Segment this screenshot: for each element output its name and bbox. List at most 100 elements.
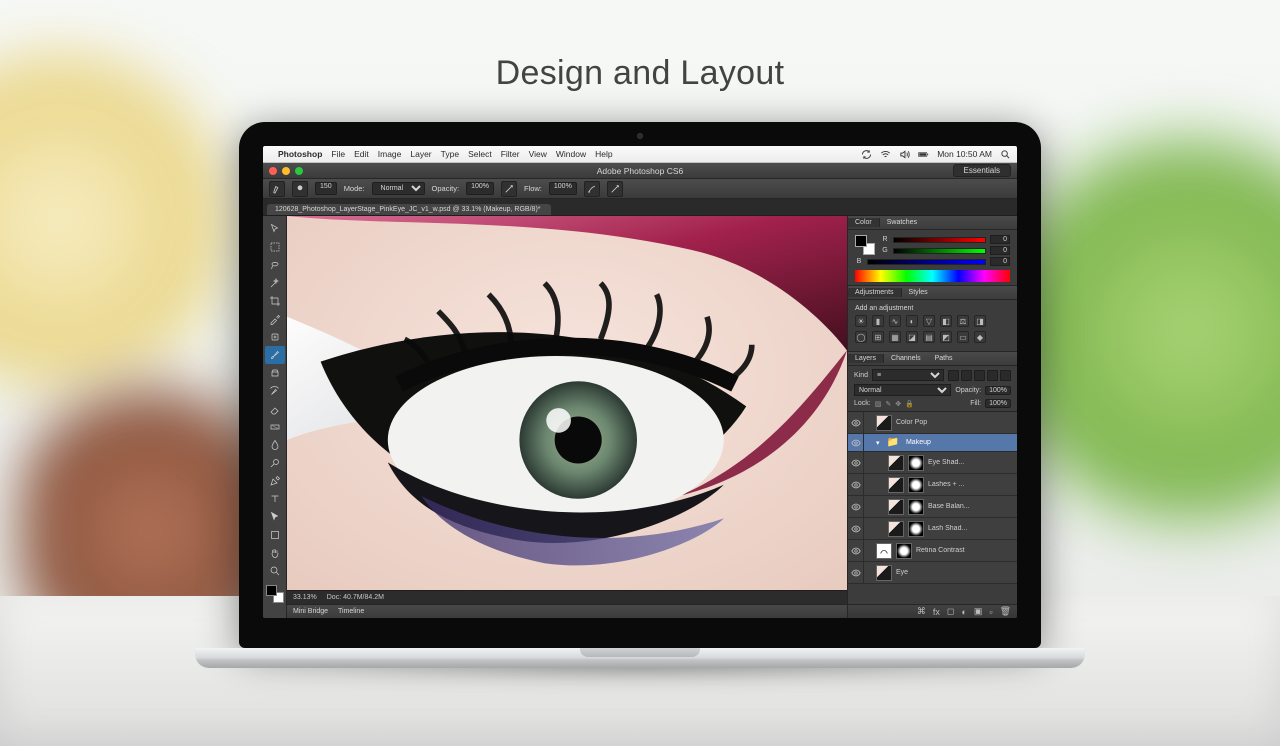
zoom-level[interactable]: 33.13% — [293, 594, 317, 601]
macos-menubar[interactable]: Photoshop File Edit Image Layer Type Sel… — [263, 146, 1017, 163]
link-layers-icon[interactable]: ⌘ — [917, 606, 926, 617]
styles-tab[interactable]: Styles — [902, 288, 935, 297]
visibility-toggle-icon[interactable] — [848, 562, 864, 583]
layer-mask-thumbnail[interactable] — [908, 455, 924, 471]
g-slider[interactable] — [893, 248, 986, 254]
filter-shape-icon[interactable] — [987, 370, 998, 381]
menu-type[interactable]: Type — [441, 149, 459, 159]
layer-row[interactable]: Color Pop — [848, 412, 1017, 434]
layer-row[interactable]: Retina Contrast — [848, 540, 1017, 562]
adj-gradientmap-icon[interactable]: ▭ — [957, 331, 969, 343]
layer-fill-value[interactable]: 100% — [985, 399, 1011, 408]
adj-threshold-icon[interactable]: ◩ — [940, 331, 952, 343]
layer-name[interactable]: Lash Shad... — [928, 525, 1013, 532]
layer-name[interactable]: Base Balan... — [928, 503, 1013, 510]
foreground-color[interactable] — [266, 585, 277, 596]
sync-icon[interactable] — [861, 149, 872, 160]
lock-all-icon[interactable]: 🔒 — [905, 400, 914, 408]
layers-tab[interactable]: Layers — [848, 354, 884, 363]
adj-bw-icon[interactable]: ◨ — [974, 315, 986, 327]
visibility-toggle-icon[interactable] — [848, 412, 864, 433]
adj-selective-icon[interactable]: ◆ — [974, 331, 986, 343]
brush-tool[interactable] — [265, 346, 285, 364]
path-select-tool[interactable] — [265, 508, 285, 526]
filter-type-icon[interactable] — [974, 370, 985, 381]
move-tool[interactable] — [265, 220, 285, 238]
zoom-tool[interactable] — [265, 562, 285, 580]
visibility-toggle-icon[interactable] — [848, 496, 864, 517]
layer-thumbnail[interactable] — [888, 477, 904, 493]
layer-row[interactable]: Lashes + ... — [848, 474, 1017, 496]
menu-image[interactable]: Image — [378, 149, 402, 159]
pressure-opacity-icon[interactable] — [501, 181, 517, 197]
brush-preset-icon[interactable] — [292, 181, 308, 197]
layer-mask-thumbnail[interactable] — [896, 543, 912, 559]
layer-thumbnail[interactable] — [888, 521, 904, 537]
wifi-icon[interactable] — [880, 149, 891, 160]
lock-position-icon[interactable]: ✥ — [895, 400, 901, 408]
visibility-toggle-icon[interactable] — [848, 434, 864, 451]
brush-size[interactable]: 150 — [315, 182, 337, 195]
layer-row[interactable]: ▾📁Makeup — [848, 434, 1017, 452]
spotlight-icon[interactable] — [1000, 149, 1011, 160]
dodge-tool[interactable] — [265, 454, 285, 472]
layer-name[interactable]: Retina Contrast — [916, 547, 1013, 554]
filter-pixel-icon[interactable] — [948, 370, 959, 381]
layer-mask-icon[interactable]: ◻ — [947, 606, 954, 617]
menu-edit[interactable]: Edit — [354, 149, 369, 159]
menu-file[interactable]: File — [331, 149, 345, 159]
eyedropper-tool[interactable] — [265, 310, 285, 328]
layer-name[interactable]: Makeup — [906, 439, 1013, 446]
crop-tool[interactable] — [265, 292, 285, 310]
shape-tool[interactable] — [265, 526, 285, 544]
visibility-toggle-icon[interactable] — [848, 452, 864, 473]
layer-filter-select[interactable]: ≡ — [872, 369, 944, 381]
marquee-tool[interactable] — [265, 238, 285, 256]
r-value[interactable]: 0 — [990, 235, 1010, 244]
menu-filter[interactable]: Filter — [501, 149, 520, 159]
layer-row[interactable]: Eye Shad... — [848, 452, 1017, 474]
gradient-tool[interactable] — [265, 418, 285, 436]
layer-opacity-value[interactable]: 100% — [985, 386, 1011, 395]
lock-transparency-icon[interactable]: ▨ — [875, 400, 882, 408]
clone-stamp-tool[interactable] — [265, 364, 285, 382]
panel-color-swatches[interactable] — [855, 235, 875, 255]
layer-row[interactable]: Lash Shad... — [848, 518, 1017, 540]
visibility-toggle-icon[interactable] — [848, 540, 864, 561]
volume-icon[interactable] — [899, 149, 910, 160]
magic-wand-tool[interactable] — [265, 274, 285, 292]
swatches-tab[interactable]: Swatches — [880, 218, 924, 227]
airbrush-icon[interactable] — [584, 181, 600, 197]
app-titlebar[interactable]: Adobe Photoshop CS6 Essentials — [263, 163, 1017, 179]
document-tab[interactable]: 120628_Photoshop_LayerStage_PinkEye_JC_v… — [267, 204, 551, 215]
filter-adjust-icon[interactable] — [961, 370, 972, 381]
adj-colorbalance-icon[interactable]: ⚖ — [957, 315, 969, 327]
adj-curves-icon[interactable]: ∿ — [889, 315, 901, 327]
filter-smart-icon[interactable] — [1000, 370, 1011, 381]
adj-levels-icon[interactable]: ▮ — [872, 315, 884, 327]
menu-select[interactable]: Select — [468, 149, 492, 159]
layer-name[interactable]: Eye — [896, 569, 1013, 576]
layer-name[interactable]: Color Pop — [896, 419, 1013, 426]
layer-thumbnail[interactable] — [888, 499, 904, 515]
adj-invert-icon[interactable]: ◪ — [906, 331, 918, 343]
color-swatches[interactable] — [265, 584, 285, 604]
layer-thumbnail[interactable] — [876, 415, 892, 431]
b-slider[interactable] — [867, 259, 986, 265]
layer-mask-thumbnail[interactable] — [908, 477, 924, 493]
blend-mode-select[interactable]: Normal — [372, 182, 425, 195]
layer-mask-thumbnail[interactable] — [908, 521, 924, 537]
new-layer-icon[interactable]: ▫ — [989, 607, 992, 617]
color-tab[interactable]: Color — [848, 218, 880, 227]
type-tool[interactable] — [265, 490, 285, 508]
healing-brush-tool[interactable] — [265, 328, 285, 346]
layer-row[interactable]: Eye — [848, 562, 1017, 584]
menubar-clock[interactable]: Mon 10:50 AM — [937, 149, 992, 159]
menu-help[interactable]: Help — [595, 149, 612, 159]
mini-bridge-tab[interactable]: Mini Bridge — [293, 608, 328, 615]
layer-thumbnail[interactable] — [888, 455, 904, 471]
menu-layer[interactable]: Layer — [410, 149, 431, 159]
layer-thumbnail[interactable] — [876, 565, 892, 581]
visibility-toggle-icon[interactable] — [848, 518, 864, 539]
flow-value[interactable]: 100% — [549, 182, 577, 195]
